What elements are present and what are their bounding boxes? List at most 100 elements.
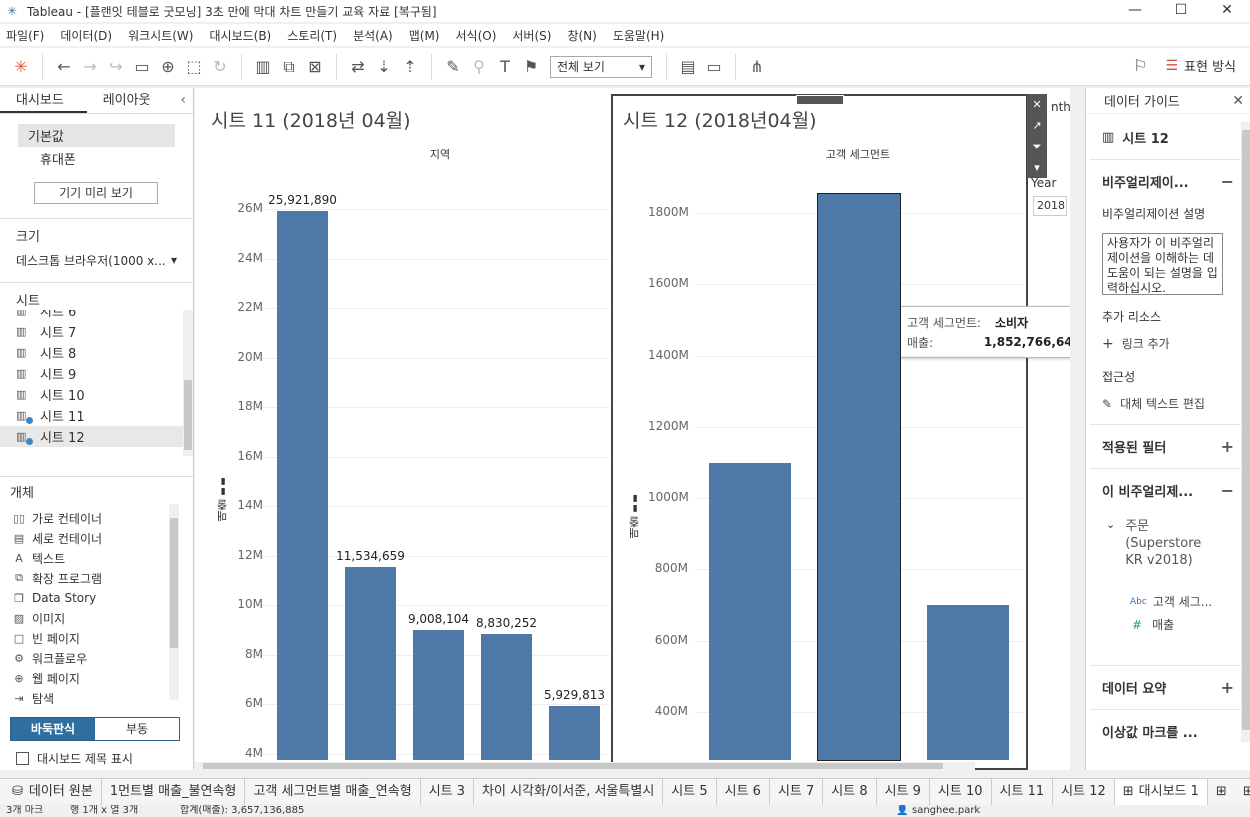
expand-icon[interactable]: + [1221,437,1234,456]
show-title-checkbox[interactable] [16,752,29,765]
share-icon[interactable]: ⋔ [744,54,770,80]
swap-icon[interactable]: ⇄ [345,54,371,80]
sheet-tab[interactable]: 시트 8 [823,778,877,805]
menu-worksheet[interactable]: 워크시트(W) [128,27,193,44]
sort-ascending-icon[interactable]: ⇣ [371,54,397,80]
menu-dashboard[interactable]: 대시보드(B) [209,27,271,44]
scrollbar-thumb[interactable] [203,763,943,769]
remove-icon[interactable]: ✕ [1032,94,1041,115]
more-options-icon[interactable]: ▾ [1034,157,1040,178]
sheet-tab[interactable]: 시트 7 [770,778,824,805]
undo-icon[interactable]: ← [51,54,77,80]
menu-server[interactable]: 서버(S) [512,27,551,44]
sheet-item[interactable]: ▥ 시트 10 [0,384,193,405]
refresh-icon[interactable]: ↻ [207,54,233,80]
sheet-item[interactable]: ▥ 시트 6 [0,310,193,321]
new-worksheet-tab-icon[interactable]: ⊞ [1208,779,1235,805]
datasource-tab[interactable]: ⛁ 데이터 원본 [0,778,102,805]
bar-mark[interactable] [817,193,901,761]
size-select[interactable]: 데스크톱 브라우저(1000 x... ▾ [16,250,177,270]
bar-mark[interactable] [413,629,464,760]
sheet-item[interactable]: ▥ 시트 9 [0,363,193,384]
sheet-tab[interactable]: 시트 6 [717,778,770,805]
menu-window[interactable]: 창(N) [567,27,596,44]
maximize-button[interactable]: ☐ [1158,0,1204,22]
sheet-tab[interactable]: 시트 3 [421,778,475,805]
dashboard-tab[interactable]: ⊞ 대시보드 1 [1114,778,1208,805]
scrollbar-thumb[interactable] [1242,130,1250,730]
menu-format[interactable]: 서식(O) [456,27,497,44]
status-user[interactable]: sanghee.park [912,805,980,817]
viz-description-input[interactable]: 사용자가 이 비주얼리제이션을 이해하는 데 도움이 되는 설명을 입력하십시오… [1102,233,1223,295]
sheet-tab[interactable]: 시트 5 [663,778,717,805]
menu-analysis[interactable]: 분석(A) [353,27,393,44]
field-item[interactable]: # 매출 [1086,616,1250,633]
bar-mark[interactable] [549,706,600,760]
tableau-start-icon[interactable]: ✳ [8,54,34,80]
applied-filters-header[interactable]: 적용된 필터 + [1086,437,1250,456]
sheet-item[interactable]: ▥ 시트 11 [0,405,193,426]
duplicate-icon[interactable]: ⧉ [276,54,302,80]
bar-mark[interactable] [927,605,1009,760]
object-list-scrollbar[interactable] [169,504,179,700]
object-item[interactable]: ▯▯ 가로 컨테이너 [0,508,193,528]
object-item[interactable]: A 텍스트 [0,548,193,568]
object-item[interactable]: ⊕ 웹 페이지 [0,668,193,688]
edit-alt-text-button[interactable]: ✎ 대체 텍스트 편집 [1086,395,1250,412]
labels-icon[interactable]: T [492,54,518,80]
scrollbar-thumb[interactable] [170,518,178,648]
sheet-tab[interactable]: 시트 10 [930,778,992,805]
presentation-icon[interactable]: ▭ [701,54,727,80]
menu-story[interactable]: 스토리(T) [287,27,337,44]
show-title-row[interactable]: 대시보드 제목 표시 [16,750,133,767]
expand-icon[interactable]: + [1221,678,1234,697]
close-button[interactable]: ✕ [1204,0,1250,22]
minimize-button[interactable]: — [1112,0,1158,22]
object-item[interactable]: ⇥ 탐색 [0,688,193,705]
canvas-h-scrollbar[interactable] [195,762,975,770]
menu-help[interactable]: 도움말(H) [613,27,665,44]
object-item[interactable]: ▨ 이미지 [0,608,193,628]
year-filter-value[interactable]: 2018 [1033,196,1067,216]
object-item[interactable]: ⚙ 워크플로우 [0,648,193,668]
save-icon[interactable]: ▭ [129,54,155,80]
menu-map[interactable]: 맵(M) [409,27,440,44]
add-link-button[interactable]: + 링크 추가 [1086,335,1250,352]
card-toggle-icon[interactable]: ▤ [675,54,701,80]
object-item[interactable]: ⧉ 확장 프로그램 [0,568,193,588]
redo-icon[interactable]: → [77,54,103,80]
pause-updates-icon[interactable]: ⬚ [181,54,207,80]
floating-option[interactable]: 부동 [95,718,179,740]
field-item[interactable]: Abc 고객 세그... [1086,593,1250,610]
tiled-option[interactable]: 바둑판식 [11,718,95,740]
sheet-tab[interactable]: 고객 세그먼트별 매출_연속형 [245,778,421,805]
outlier-marks-header[interactable]: 이상값 마크를 ... [1086,722,1250,741]
new-dashboard-tab-icon[interactable]: ⊞ [1235,779,1250,805]
sheet-item[interactable]: ▥ 시트 12 [0,426,193,447]
new-worksheet-icon[interactable]: ▥ [250,54,276,80]
sheet-item[interactable]: ▥ 시트 8 [0,342,193,363]
pin-icon[interactable]: ⚑ [518,54,544,80]
collapse-icon[interactable]: − [1221,172,1234,191]
new-datasource-icon[interactable]: ⊕ [155,54,181,80]
scrollbar-thumb[interactable] [184,380,192,450]
filter-icon[interactable]: ⏷ [1033,136,1042,157]
sort-descending-icon[interactable]: ⇡ [397,54,423,80]
view-mode-select[interactable]: 전체 보기 ▾ [550,55,652,78]
sheet-tab[interactable]: 1먼트별 매출_불연속형 [102,778,246,805]
bar-mark[interactable] [709,462,791,760]
sheet-tab[interactable]: 시트 11 [992,778,1054,805]
data-summary-header[interactable]: 데이터 요약 + [1086,678,1250,697]
guide-scrollbar[interactable] [1241,122,1250,742]
sheet-tab[interactable]: 차이 시각화/이서준, 서울특별시 [474,778,664,805]
sheet-tab[interactable]: 시트 12 [1053,778,1115,805]
bar-mark[interactable] [345,567,396,760]
collapse-icon[interactable]: − [1221,481,1234,500]
datasource-item[interactable]: ⌄ 주문 (Superstore KR v2018) [1086,518,1250,569]
sheet-tab[interactable]: 시트 9 [877,778,930,805]
this-viz-header[interactable]: 이 비주얼리제... − [1086,481,1250,500]
format-painter-icon[interactable]: ⚐ [1133,56,1147,75]
group-icon[interactable]: ⚲ [466,54,492,80]
highlight-icon[interactable]: ✎ [440,54,466,80]
drag-handle-icon[interactable] [796,95,844,105]
